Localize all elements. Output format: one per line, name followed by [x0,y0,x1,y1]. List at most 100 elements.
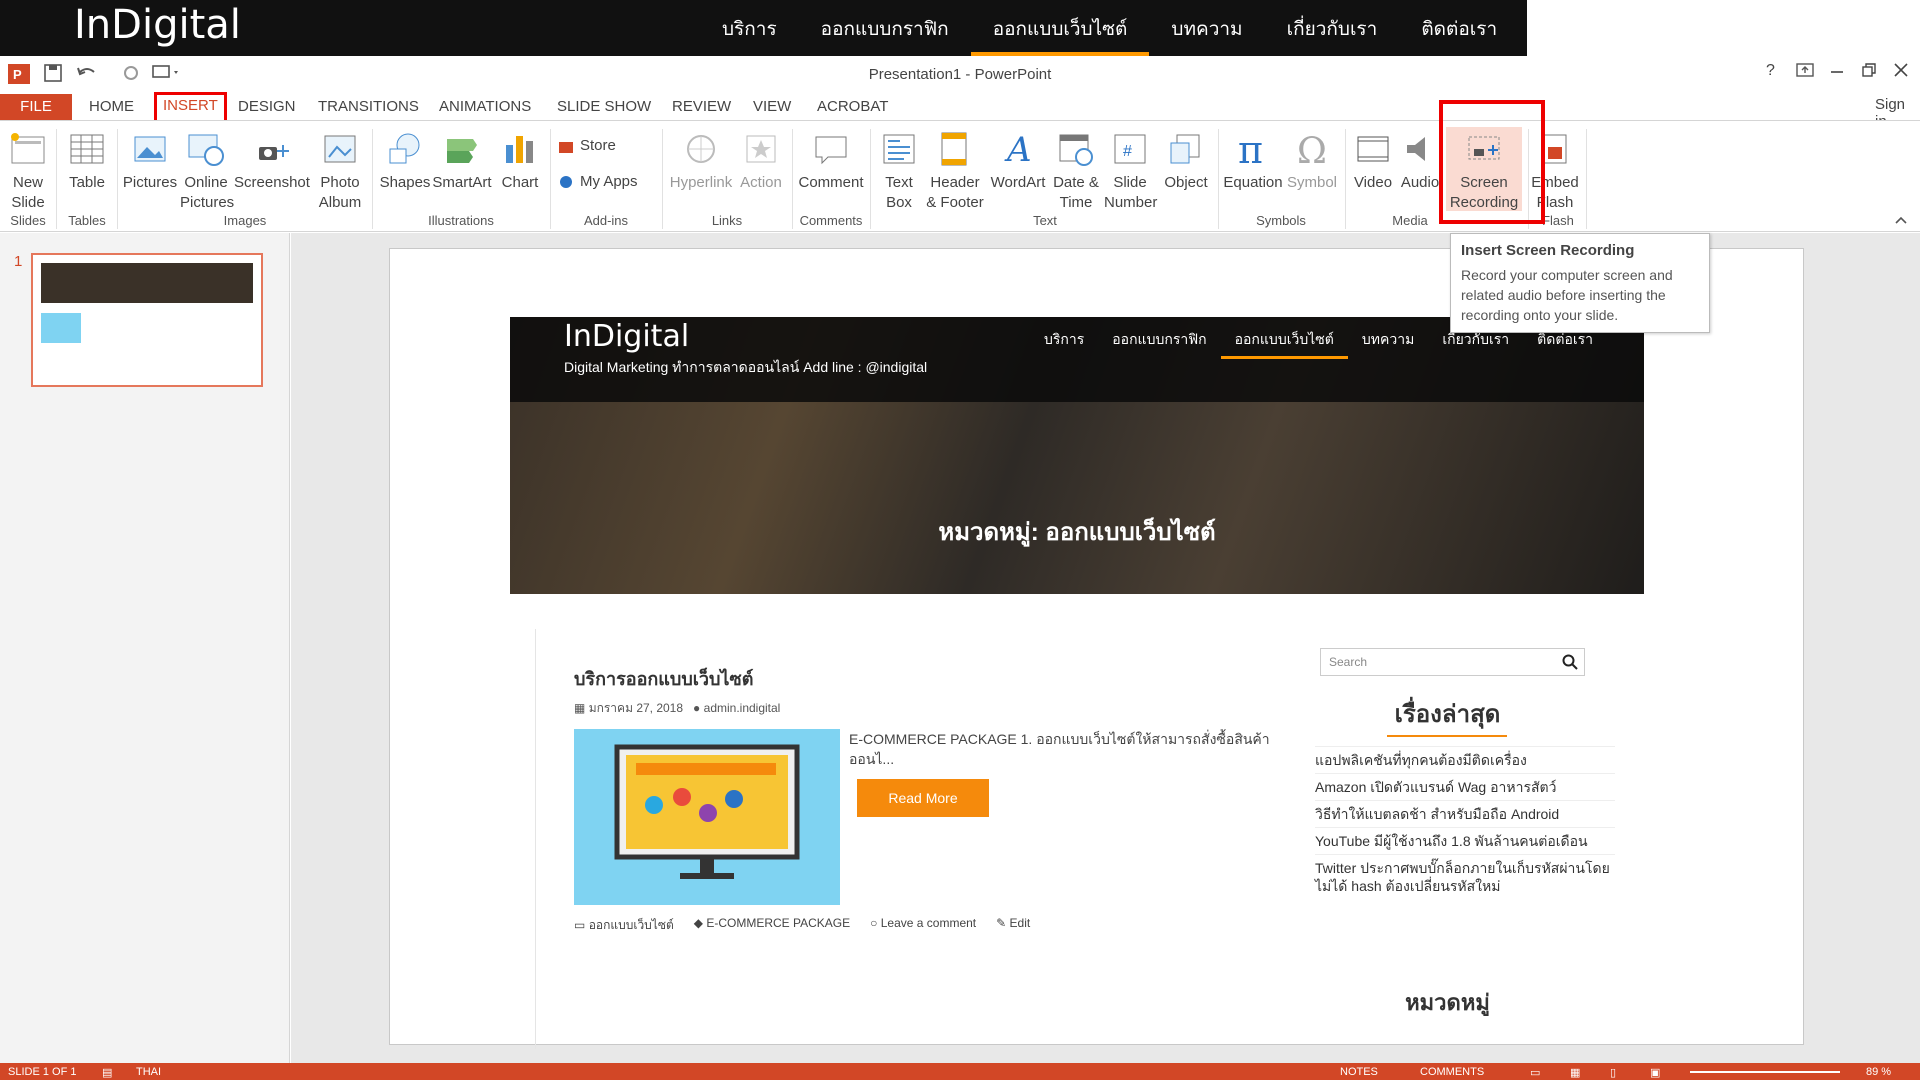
object-button[interactable]: Object [1158,127,1214,193]
slide-canvas[interactable]: InDigital Digital Marketing ทำการตลาดออน… [389,248,1804,1049]
group-symbols: Symbols [1256,213,1306,228]
close-icon[interactable] [1894,62,1908,83]
audio-button[interactable]: Audio [1398,127,1442,193]
symbol-button[interactable]: Ω Symbol [1284,127,1340,193]
my-apps-button[interactable]: My Apps [558,173,638,190]
ribbon-divider [550,129,551,229]
zoom-level[interactable]: 89 % [1866,1066,1891,1078]
equation-label: Equation [1223,174,1283,191]
bg-nav-item-active[interactable]: ออกแบบเว็บไซต์ [970,0,1150,56]
shapes-button[interactable]: Shapes [378,127,432,193]
bg-nav-item[interactable]: บทความ [1149,0,1264,56]
slide-thumbnail-pane: 1 [0,233,290,1063]
categories-heading: หมวดหมู่ [1405,990,1490,1015]
ribbon-display-options-icon[interactable] [1796,62,1814,83]
tab-home[interactable]: HOME [89,94,134,120]
comment-button[interactable]: Comment [796,127,866,193]
equation-button[interactable]: π Equation [1222,127,1284,193]
new-slide-icon [4,127,52,171]
post-footer: ▭ ออกแบบเว็บไซต์ ◆ E-COMMERCE PACKAGE ○ … [574,916,1030,935]
bg-nav-item[interactable]: บริการ [700,0,799,56]
wordart-button[interactable]: A WordArt [988,127,1048,193]
tab-transitions[interactable]: TRANSITIONS [318,94,419,120]
bg-nav-item[interactable]: ติดต่อเรา [1399,0,1519,56]
store-button[interactable]: Store [558,137,616,154]
slide-sorter-icon[interactable]: ▦ [1570,1066,1580,1079]
wordart-label: WordArt [990,174,1046,191]
post-comment-link: Leave a comment [880,916,977,930]
hyperlink-button[interactable]: Hyperlink [668,127,734,193]
ribbon-divider [1218,129,1219,229]
reading-view-icon[interactable]: ▯ [1610,1066,1616,1079]
date-time-button[interactable]: Date & Time [1050,127,1102,213]
audio-label: Audio [1400,174,1440,191]
edit-icon: ✎ [996,916,1007,930]
video-icon [1350,127,1396,171]
my-apps-label: My Apps [580,173,638,190]
notes-button[interactable]: NOTES [1340,1066,1378,1078]
website-sidebar: Search เรื่องล่าสุด แอปพลิเคชันที่ทุกคนต… [1315,629,1615,1049]
text-box-button[interactable]: Text Box [876,127,922,213]
website-nav-item: บทความ [1361,331,1415,347]
calendar-icon: ▦ [574,701,586,715]
tag-icon: ◆ [693,916,703,930]
header-footer-button[interactable]: Header & Footer [924,127,986,213]
photo-album-button[interactable]: Photo Album [312,127,368,213]
sign-in-link[interactable]: Sign in [1875,92,1920,130]
svg-text:Ω: Ω [1297,131,1327,167]
shapes-label: Shapes [379,174,431,191]
action-label: Action [740,174,782,191]
insert-ribbon: New Slide Slides Table Tables Pictures O… [0,120,1920,232]
pictures-button[interactable]: Pictures [122,127,178,193]
latest-post-item: วิธีทำให้แบตลดช้า สำหรับมือถือ Android [1315,800,1615,827]
new-slide-button[interactable]: New Slide [4,127,52,213]
slide-number-button[interactable]: # Slide Number [1104,127,1157,213]
chart-button[interactable]: Chart [496,127,544,193]
tab-view[interactable]: VIEW [753,94,791,120]
website-nav-item-active: ออกแบบเว็บไซต์ [1220,317,1348,359]
group-images: Images [223,213,267,228]
search-icon [1562,654,1578,670]
svg-text:π: π [1238,131,1263,167]
monitor-illustration [614,744,800,879]
category-heading: หมวดหมู่: ออกแบบเว็บไซต์ [938,519,1216,546]
tab-acrobat[interactable]: ACROBAT [817,94,888,120]
tab-slide-show[interactable]: SLIDE SHOW [557,94,651,120]
help-icon[interactable]: ? [1766,62,1775,80]
screenshot-icon [234,127,310,171]
latest-post-item: YouTube มีผู้ใช้งานถึง 1.8 พันล้านคนต่อเ… [1315,827,1615,854]
smartart-button[interactable]: SmartArt [432,127,492,193]
normal-view-icon[interactable]: ▭ [1530,1066,1540,1079]
slide-show-icon[interactable]: ▣ [1650,1066,1660,1079]
screen-recording-highlight [1439,100,1545,224]
tab-insert[interactable]: INSERT [154,92,227,120]
screenshot-button[interactable]: Screenshot [234,127,310,193]
language-indicator[interactable]: THAI [136,1066,161,1078]
latest-posts-list: แอปพลิเคชันที่ทุกคนต้องมีติดเครื่อง Amaz… [1315,746,1615,899]
minimize-icon[interactable] [1830,62,1844,83]
pictures-icon [122,127,178,171]
zoom-slider[interactable] [1690,1071,1840,1073]
slide-thumbnail[interactable] [31,253,263,387]
collapse-ribbon-icon[interactable] [1894,213,1908,230]
action-button[interactable]: Action [736,127,786,193]
table-icon [62,127,112,171]
latest-post-item: แอปพลิเคชันที่ทุกคนต้องมีติดเครื่อง [1315,746,1615,773]
table-button[interactable]: Table [62,127,112,193]
website-logo: InDigital [564,319,690,354]
table-label: Table [69,174,105,191]
bg-nav-item[interactable]: ออกแบบกราฟิก [799,0,971,56]
tab-review[interactable]: REVIEW [672,94,731,120]
bg-nav-item[interactable]: เกี่ยวกับเรา [1265,0,1400,56]
online-pictures-button[interactable]: Online Pictures [180,127,234,213]
slide-number: 1 [14,253,23,270]
tab-animations[interactable]: ANIMATIONS [439,94,531,120]
video-button[interactable]: Video [1350,127,1396,193]
restore-icon[interactable] [1862,62,1876,83]
tab-file[interactable]: FILE [0,94,72,120]
latest-posts-heading: เรื่องล่าสุด [1394,701,1501,728]
status-bar: SLIDE 1 OF 1 ▤ THAI NOTES COMMENTS ▭ ▦ ▯… [0,1063,1920,1080]
tab-design[interactable]: DESIGN [238,94,296,120]
spell-check-icon[interactable]: ▤ [102,1066,112,1079]
comments-button[interactable]: COMMENTS [1420,1066,1484,1078]
